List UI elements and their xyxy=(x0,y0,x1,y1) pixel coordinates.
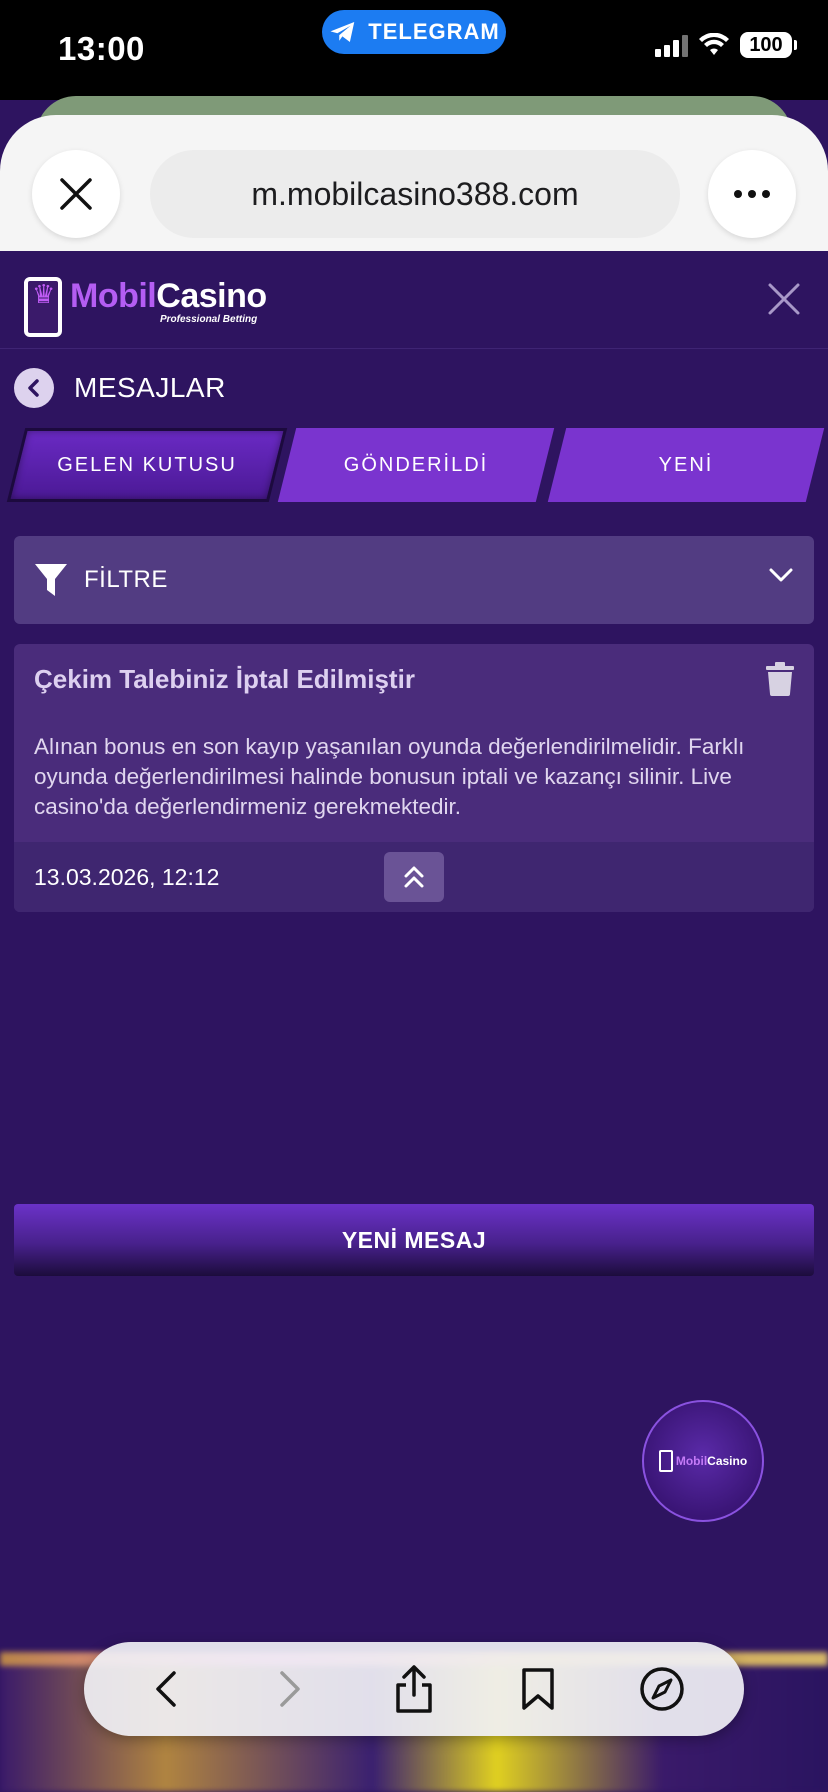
logo-word-2: Casino xyxy=(156,277,267,315)
close-tab-button[interactable] xyxy=(32,150,120,238)
tab-sent[interactable]: GÖNDERİLDİ xyxy=(277,428,555,502)
telegram-icon xyxy=(330,22,355,42)
tab-sent-label: GÖNDERİLDİ xyxy=(343,453,489,476)
browser-chrome: m.mobilcasino388.com xyxy=(0,115,828,251)
page-heading: MESAJLAR xyxy=(14,366,226,410)
logo-word-1: Mobil xyxy=(70,277,157,315)
trash-icon[interactable] xyxy=(766,662,794,696)
close-icon xyxy=(60,178,92,210)
message-title: Çekim Talebiniz İptal Edilmiştir xyxy=(34,664,415,694)
browser-back-button[interactable] xyxy=(136,1659,196,1719)
filter-toggle[interactable]: FİLTRE xyxy=(14,536,814,624)
message-footer: 13.03.2026, 12:12 xyxy=(14,842,814,912)
chevron-down-icon xyxy=(769,568,793,582)
tab-new-label: YENİ xyxy=(658,453,714,476)
url-bar[interactable]: m.mobilcasino388.com xyxy=(150,150,680,238)
tab-inbox-label: GELEN KUTUSU xyxy=(57,453,237,476)
battery-icon: 100 xyxy=(740,32,797,58)
message-body: Alınan bonus en son kayıp yaşanılan oyun… xyxy=(34,734,745,819)
tab-new[interactable]: YENİ xyxy=(547,428,825,502)
bookmarks-button[interactable] xyxy=(508,1659,568,1719)
page-title: MESAJLAR xyxy=(74,372,226,403)
status-time: 13:00 xyxy=(58,30,145,67)
forward-arrow-icon xyxy=(280,1671,300,1707)
float-logo-word-2: Casino xyxy=(707,1454,748,1468)
compass-button[interactable] xyxy=(632,1659,692,1719)
floating-logo-button[interactable]: MobilCasino xyxy=(642,1400,764,1522)
crown-icon: ♛ xyxy=(32,279,56,309)
chevron-left-icon xyxy=(28,379,39,397)
ellipsis-icon xyxy=(734,190,770,198)
status-icons: 100 xyxy=(655,32,797,58)
funnel-icon xyxy=(35,564,67,596)
message-date: 13.03.2026, 12:12 xyxy=(34,864,220,890)
double-chevron-up-icon xyxy=(404,866,424,888)
float-phone-icon xyxy=(658,1450,673,1472)
collapse-button[interactable] xyxy=(384,852,444,902)
logo-phone-icon: ♛ xyxy=(24,277,62,337)
share-icon xyxy=(396,1665,432,1713)
filter-label: FİLTRE xyxy=(84,566,168,593)
back-arrow-icon xyxy=(156,1671,176,1707)
message-card: Çekim Talebiniz İptal Edilmiştir Alınan … xyxy=(14,644,814,912)
new-message-button[interactable]: YENİ MESAJ xyxy=(14,1204,814,1276)
browser-toolbar xyxy=(84,1642,744,1736)
compass-icon xyxy=(640,1667,684,1711)
site-logo[interactable]: ♛ MobilCasino Professional Betting xyxy=(24,263,267,337)
telegram-label: TELEGRAM xyxy=(368,19,500,44)
browser-forward-button[interactable] xyxy=(260,1659,320,1719)
wifi-icon xyxy=(699,33,729,55)
share-button[interactable] xyxy=(384,1659,444,1719)
cellular-signal-icon xyxy=(655,33,688,57)
tab-inbox[interactable]: GELEN KUTUSU xyxy=(6,428,288,502)
float-logo-word-1: Mobil xyxy=(675,1454,708,1468)
back-button[interactable] xyxy=(14,368,54,408)
site-header: ♛ MobilCasino Professional Betting xyxy=(0,251,828,349)
telegram-pill[interactable]: TELEGRAM xyxy=(322,10,506,54)
close-panel-icon[interactable] xyxy=(766,281,802,317)
more-options-button[interactable] xyxy=(708,150,796,238)
status-bar: 13:00 TELEGRAM 100 xyxy=(0,0,828,100)
logo-tagline: Professional Betting xyxy=(160,314,258,325)
bookmarks-icon xyxy=(522,1668,554,1710)
